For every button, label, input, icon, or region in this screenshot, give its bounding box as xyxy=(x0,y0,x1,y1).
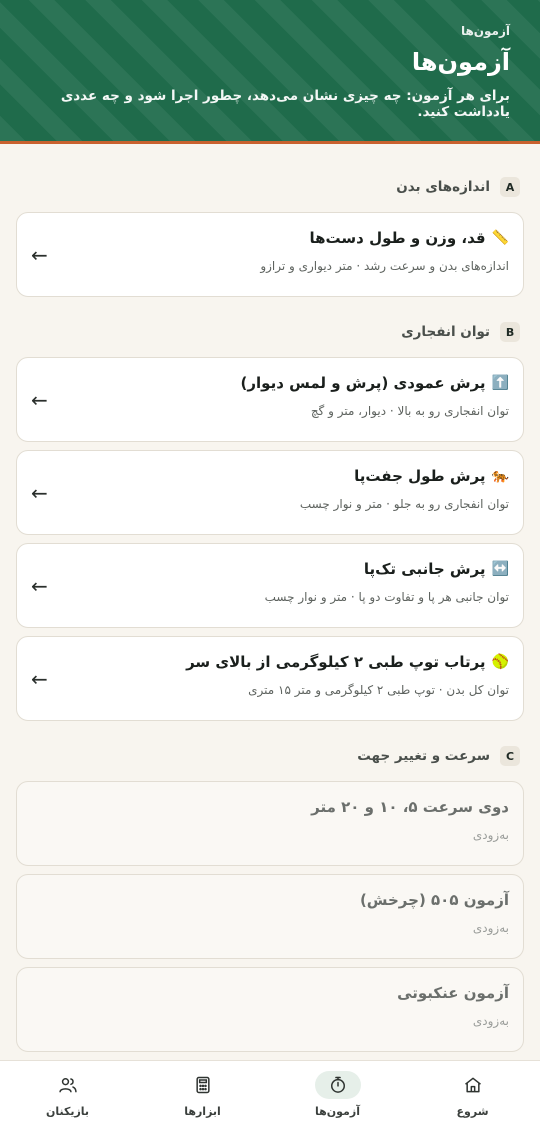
arrow-left-icon: ← xyxy=(31,387,48,412)
coming-soon-label: به‌زودی xyxy=(472,1014,509,1028)
section-header-c: C سرعت و تغییر جهت xyxy=(16,745,524,767)
page-subtitle: برای هر آزمون: چه چیزی نشان می‌دهد، چطور… xyxy=(60,88,510,120)
card-subtitle: توان جانبی هر پا و تفاوت دو پا · متر و ن… xyxy=(264,590,509,604)
arrow-left-icon: ← xyxy=(31,242,48,267)
card-title: پرتاب توپ طبی ۲ کیلوگرمی از بالای سر xyxy=(186,653,486,671)
card-subtitle: توان انفجاری رو به بالا · دیوار، متر و گ… xyxy=(310,404,509,418)
breadcrumb: آزمون‌ها xyxy=(460,24,510,38)
test-card-lateral-hop[interactable]: ↔️ پرش جانبی تک‌پا توان جانبی هر پا و تف… xyxy=(16,543,524,628)
coming-soon-label: به‌زودی xyxy=(472,828,509,842)
test-card-broad-jump[interactable]: 🐅 پرش طول جفت‌پا توان انفجاری رو به جلو … xyxy=(16,450,524,535)
calculator-icon xyxy=(195,1076,210,1094)
nav-label: شروع xyxy=(456,1105,489,1118)
page-header: آزمون‌ها آزمون‌ها برای هر آزمون: چه چیزی… xyxy=(0,0,540,144)
card-title: آزمون عنکبوتی xyxy=(397,984,509,1002)
section-title: سرعت و تغییر جهت xyxy=(357,748,490,764)
arrow-up-icon: ⬆️ xyxy=(491,375,509,391)
arrow-left-icon: ← xyxy=(31,480,48,505)
nav-label: ابزارها xyxy=(184,1105,221,1118)
nav-item-tools[interactable]: ابزارها xyxy=(135,1061,270,1132)
tests-list: A اندازه‌های بدن 📏 قد، وزن و طول دست‌ها … xyxy=(0,144,540,1052)
nav-label: بازیکنان xyxy=(45,1105,90,1118)
tiger-icon: 🐅 xyxy=(491,468,509,484)
test-card-spider: آزمون عنکبوتی به‌زودی xyxy=(16,967,524,1052)
card-title: قد، وزن و طول دست‌ها xyxy=(309,229,486,247)
test-card-body-measurements[interactable]: 📏 قد، وزن و طول دست‌ها اندازه‌های بدن و … xyxy=(16,212,524,297)
section-letter: C xyxy=(500,746,520,766)
card-title: پرش طول جفت‌پا xyxy=(354,467,486,485)
left-right-arrow-icon: ↔️ xyxy=(491,561,509,577)
nav-label: آزمون‌ها xyxy=(315,1105,360,1118)
card-subtitle: توان کل بدن · توپ طبی ۲ کیلوگرمی و متر ۱… xyxy=(248,683,509,697)
card-title: آزمون ۵۰۵ (چرخش) xyxy=(359,891,509,909)
test-card-505: آزمون ۵۰۵ (چرخش) به‌زودی xyxy=(16,874,524,959)
nav-item-tests[interactable]: آزمون‌ها xyxy=(270,1061,405,1132)
section-header-b: B توان انفجاری xyxy=(16,321,524,343)
users-icon xyxy=(58,1078,77,1093)
bottom-nav: شروع آزمون‌ها ابزارها بازیکنان xyxy=(0,1060,540,1132)
card-subtitle: توان انفجاری رو به جلو · متر و نوار چسب xyxy=(299,497,509,511)
ruler-icon: 📏 xyxy=(491,230,509,246)
arrow-left-icon: ← xyxy=(31,573,48,598)
stopwatch-icon xyxy=(330,1076,345,1093)
test-card-vertical-jump[interactable]: ⬆️ پرش عمودی (پرش و لمس دیوار) توان انفج… xyxy=(16,357,524,442)
section-title: توان انفجاری xyxy=(401,324,490,340)
section-header-a: A اندازه‌های بدن xyxy=(16,176,524,198)
ball-icon: 🥎 xyxy=(491,654,509,670)
card-title: پرش جانبی تک‌پا xyxy=(363,560,486,578)
test-card-sprint: دوی سرعت ۵، ۱۰ و ۲۰ متر به‌زودی xyxy=(16,781,524,866)
card-title: پرش عمودی (پرش و لمس دیوار) xyxy=(240,374,486,392)
arrow-left-icon: ← xyxy=(31,666,48,691)
home-icon xyxy=(464,1077,481,1093)
nav-item-home[interactable]: شروع xyxy=(405,1061,540,1132)
section-letter: A xyxy=(500,177,520,197)
test-card-medicine-ball-throw[interactable]: 🥎 پرتاب توپ طبی ۲ کیلوگرمی از بالای سر ت… xyxy=(16,636,524,721)
page-title: آزمون‌ها xyxy=(411,48,510,76)
card-title: دوی سرعت ۵، ۱۰ و ۲۰ متر xyxy=(311,798,509,816)
section-letter: B xyxy=(500,322,520,342)
section-title: اندازه‌های بدن xyxy=(396,179,490,195)
coming-soon-label: به‌زودی xyxy=(472,921,509,935)
card-subtitle: اندازه‌های بدن و سرعت رشد · متر دیواری و… xyxy=(260,259,509,273)
nav-item-players[interactable]: بازیکنان xyxy=(0,1061,135,1132)
